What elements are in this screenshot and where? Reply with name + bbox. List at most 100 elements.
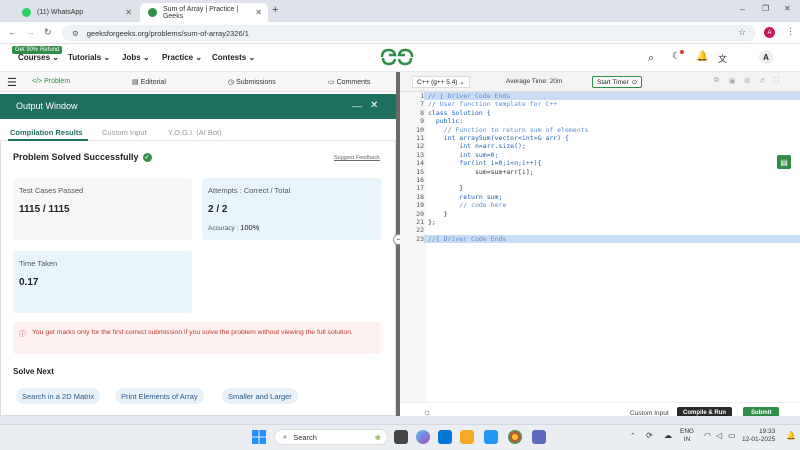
bookmark-star-icon[interactable]: ☆ — [738, 27, 746, 38]
translate-icon[interactable]: 文 — [718, 52, 727, 65]
search-icon[interactable]: ⌕ — [648, 52, 654, 65]
solve-next-chip[interactable]: Search in a 2D Matrix — [16, 388, 101, 404]
tests-passed-value: 1115 / 1115 — [19, 204, 70, 215]
close-output-icon[interactable]: ✕ — [370, 100, 378, 111]
code-line[interactable]: // code here — [428, 201, 506, 209]
solve-next-chip[interactable]: Print Elements of Array — [115, 388, 204, 404]
user-avatar[interactable]: A — [759, 50, 773, 64]
line-number: 22 — [416, 226, 424, 235]
tab-custom-input[interactable]: Custom Input — [102, 128, 147, 137]
code-icon: </> — [32, 78, 43, 85]
comment-icon: ▭ — [328, 79, 335, 86]
back-icon[interactable]: ← — [8, 27, 17, 37]
minimize-output-icon[interactable]: __ — [352, 97, 362, 107]
menu-courses[interactable]: Courses ⌄ — [18, 53, 59, 62]
menu-contests[interactable]: Contests ⌄ — [212, 53, 255, 62]
hamburger-menu-icon[interactable]: ☰ — [7, 76, 17, 89]
suggest-feedback-link[interactable]: Suggest Feedback — [334, 155, 380, 161]
chat-icon[interactable]: ▤ — [777, 155, 791, 169]
clock[interactable]: 19:33 12-01-2025 — [742, 428, 775, 444]
code-line[interactable]: int arraySum(vector<int>& arr) { — [428, 134, 569, 142]
code-line[interactable]: class Solution { — [428, 109, 491, 117]
onedrive-icon[interactable]: ☁ — [664, 431, 672, 440]
gfg-logo[interactable] — [380, 47, 414, 71]
code-line[interactable]: // } Driver Code Ends — [428, 92, 510, 100]
site-info-icon[interactable]: ⚙ — [72, 29, 79, 38]
file-explorer-icon[interactable] — [460, 430, 474, 444]
windows-start-icon[interactable] — [252, 430, 266, 444]
copy-icon[interactable]: ⧉ — [714, 77, 719, 85]
menu-practice[interactable]: Practice ⌄ — [162, 53, 202, 62]
task-view-icon[interactable] — [394, 430, 408, 444]
menu-tutorials[interactable]: Tutorials ⌄ — [68, 53, 110, 62]
reload-icon[interactable]: ↻ — [44, 27, 52, 38]
code-line[interactable]: // Function to return sum of elements — [428, 126, 589, 134]
browser-tab-bar: (11) WhatsApp ✕ Sum of Array | Practice … — [0, 0, 800, 22]
tab-submissions[interactable]: ◷ Submissions — [228, 78, 276, 86]
save-icon[interactable]: ▣ — [729, 77, 736, 85]
line-number: 15 — [416, 167, 424, 176]
close-window-icon[interactable]: ✕ — [784, 4, 791, 13]
close-tab-icon[interactable]: ✕ — [255, 8, 262, 17]
reset-icon[interactable]: ↺ — [759, 77, 765, 85]
attempts-value: 2 / 2 — [208, 204, 228, 215]
tab-comments[interactable]: ▭ Comments — [328, 78, 370, 86]
code-line[interactable]: }; — [428, 218, 436, 226]
bell-icon[interactable]: 🔔 — [696, 51, 708, 62]
output-window-title: Output Window — [16, 101, 78, 111]
line-number: 9 — [420, 117, 424, 126]
teams-icon[interactable] — [532, 430, 546, 444]
line-number: 19 — [416, 201, 424, 210]
volume-icon[interactable]: ◁ — [716, 431, 722, 440]
url-input[interactable]: ⚙ geeksforgeeks.org/problems/sum-of-arra… — [62, 25, 756, 41]
code-line[interactable]: return sum; — [428, 193, 502, 201]
outlook-icon[interactable] — [438, 430, 452, 444]
code-line[interactable]: //{ Driver Code Ends — [428, 235, 506, 243]
gfg-logo-icon — [380, 48, 414, 66]
battery-icon[interactable]: ▭ — [728, 431, 736, 440]
solve-next-chip[interactable]: Smaller and Larger — [222, 388, 298, 404]
code-line[interactable]: } — [428, 184, 463, 192]
start-timer-button[interactable]: Start Timer ⊙ — [592, 76, 643, 88]
code-line[interactable]: for(int i=0;i<n;i++){ — [428, 159, 541, 167]
new-tab-icon[interactable]: + — [272, 4, 278, 16]
browser-menu-icon[interactable]: ⋮ — [786, 26, 795, 37]
taskbar-search[interactable]: ⌕ Search ❀ — [274, 429, 388, 445]
language-select[interactable]: C++ (g++ 5.4) ⌄ — [412, 76, 470, 88]
tab-problem[interactable]: </> Problem — [32, 78, 70, 85]
tab-whatsapp[interactable]: (11) WhatsApp ✕ — [14, 3, 138, 22]
code-line[interactable]: int n=arr.size(); — [428, 142, 526, 150]
copilot-icon[interactable] — [416, 430, 430, 444]
clock-icon: ◷ — [228, 79, 235, 86]
tab-gfg[interactable]: Sum of Array | Practice | Geeks ✕ — [140, 3, 268, 22]
profile-avatar[interactable]: A — [764, 27, 775, 38]
code-line[interactable]: } — [428, 210, 448, 218]
whatsapp-icon — [22, 8, 31, 17]
wifi-icon[interactable]: ◠ — [704, 431, 711, 440]
code-line[interactable]: // User function template for C++ — [428, 100, 557, 108]
close-tab-icon[interactable]: ✕ — [125, 8, 132, 17]
chevron-up-icon[interactable]: ⌃ — [630, 432, 636, 440]
menu-jobs[interactable]: Jobs ⌄ — [122, 53, 150, 62]
code-line[interactable]: sum=sum+arr[i]; — [428, 168, 534, 176]
forward-icon[interactable]: → — [26, 27, 35, 37]
notifications-icon[interactable]: 🔔 — [786, 431, 796, 440]
maximize-window-icon[interactable]: ❐ — [762, 4, 769, 13]
book-icon: ▤ — [132, 79, 139, 86]
line-number: 20 — [416, 209, 424, 218]
tab-yogi-ai-bot[interactable]: Y.O.G.I. (AI Bot) — [168, 128, 222, 137]
chrome-icon[interactable] — [508, 430, 522, 444]
minimize-window-icon[interactable]: – — [740, 4, 745, 14]
code-line[interactable]: int sum=0; — [428, 151, 498, 159]
tab-editorial[interactable]: ▤ Editorial — [132, 78, 166, 86]
language-indicator[interactable]: ENG IN — [680, 428, 694, 444]
play-icon: ⊙ — [631, 79, 638, 86]
sync-icon[interactable]: ⟳ — [646, 431, 653, 440]
tab-compilation-results[interactable]: Compilation Results — [10, 128, 83, 137]
settings-icon[interactable]: ⚙ — [744, 77, 750, 85]
code-line[interactable]: public: — [428, 117, 463, 125]
time-taken-value: 0.17 — [19, 277, 39, 288]
fullscreen-icon[interactable]: ⛶ — [774, 77, 779, 85]
vscode-icon[interactable] — [484, 430, 498, 444]
time-taken-label: Time Taken — [19, 259, 58, 268]
